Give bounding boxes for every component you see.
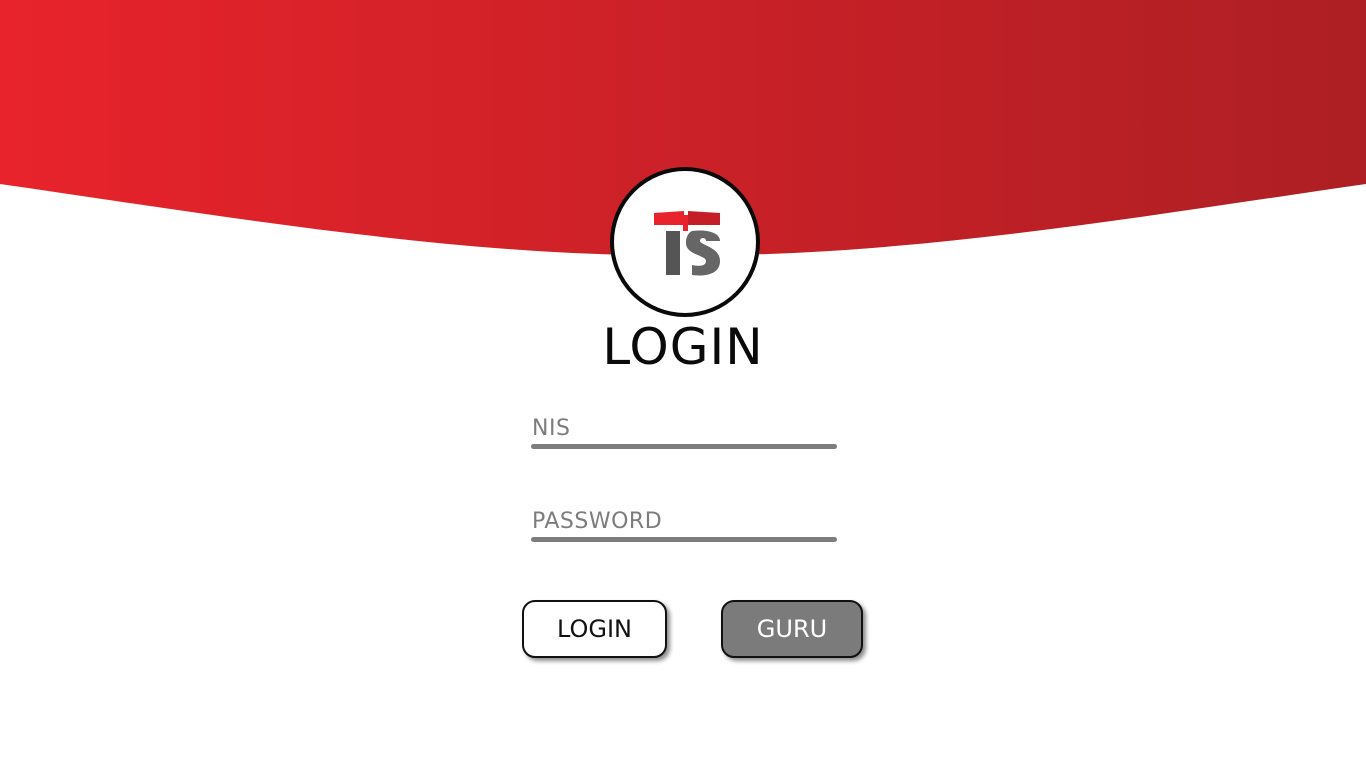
app-logo xyxy=(610,167,760,317)
nis-field-group xyxy=(531,412,837,449)
guru-button[interactable]: GURU xyxy=(721,600,863,658)
login-page: LOGIN LOGIN GURU xyxy=(0,0,1366,768)
ts-book-logo-icon xyxy=(654,211,720,276)
nis-underline xyxy=(531,444,837,449)
login-button[interactable]: LOGIN xyxy=(522,600,667,658)
password-field-group xyxy=(531,505,837,542)
page-title: LOGIN xyxy=(602,318,764,376)
password-underline xyxy=(531,537,837,542)
password-input[interactable] xyxy=(531,505,837,537)
nis-input[interactable] xyxy=(531,412,837,444)
